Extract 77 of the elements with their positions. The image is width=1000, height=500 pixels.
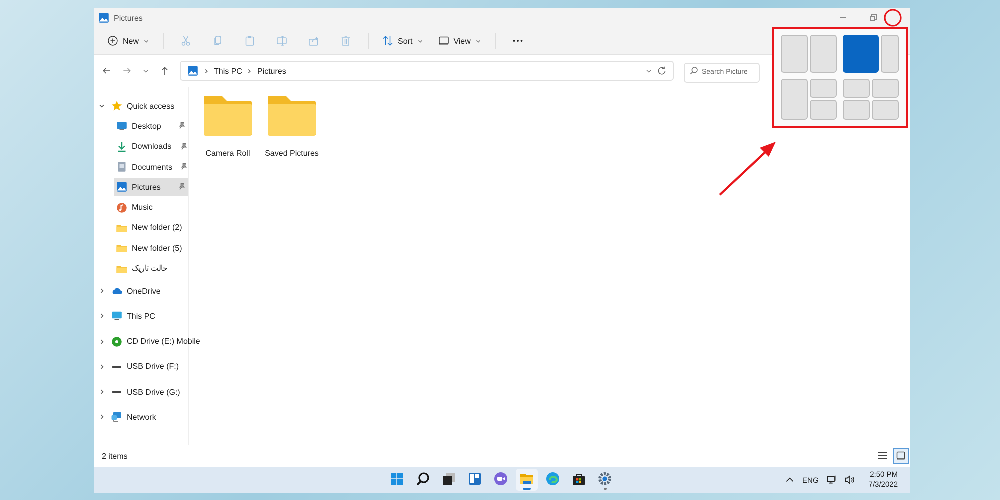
caret-down-icon xyxy=(416,38,424,44)
folder-name: Saved Pictures xyxy=(265,149,319,158)
new-button[interactable]: New xyxy=(102,32,156,50)
forward-arrow-icon[interactable] xyxy=(122,66,132,76)
star-icon xyxy=(111,100,123,112)
running-indicator xyxy=(604,488,606,490)
chevron-right-icon[interactable] xyxy=(98,362,106,371)
browser-swirl-icon xyxy=(545,470,561,486)
back-arrow-icon[interactable] xyxy=(102,66,112,76)
sidebar-item[interactable]: Downloads xyxy=(114,138,190,156)
running-indicator xyxy=(523,488,531,490)
folder-item[interactable]: Camera Roll xyxy=(203,95,253,158)
overlapping-squares-icon xyxy=(441,470,457,486)
windows-logo-icon xyxy=(389,470,405,486)
tile-view-icon[interactable] xyxy=(894,449,908,463)
document-icon xyxy=(116,161,128,174)
breadcrumb-item[interactable]: This PC xyxy=(214,66,242,76)
plus-circle-icon xyxy=(107,35,119,47)
sidebar-item[interactable]: Desktop xyxy=(114,117,188,136)
picture-icon xyxy=(187,65,199,77)
widgets-icon xyxy=(467,470,483,486)
up-arrow-icon[interactable] xyxy=(160,66,170,76)
chevron-down-icon[interactable] xyxy=(645,67,653,75)
chevron-right-icon[interactable] xyxy=(98,287,106,296)
chevron-right-icon[interactable] xyxy=(98,388,106,396)
view-button[interactable]: View xyxy=(432,32,487,50)
sidebar-item[interactable]: USB Drive (F:) xyxy=(109,358,188,376)
sidebar-item[interactable]: CD Drive (E:) Mobile xyxy=(109,332,202,351)
gear-icon xyxy=(597,470,613,486)
folder-name: Camera Roll xyxy=(206,149,250,158)
folder-icon xyxy=(116,242,128,254)
sidebar-item[interactable]: New folder (2) xyxy=(114,218,188,237)
video-bubble-icon xyxy=(493,470,509,486)
sidebar-item[interactable]: USB Drive (G:) xyxy=(109,383,188,402)
download-arrow-icon xyxy=(116,140,128,153)
screen-icon xyxy=(116,120,128,132)
chevron-down-icon[interactable] xyxy=(142,67,150,75)
sidebar-item[interactable]: New folder (5) xyxy=(114,239,188,258)
monitor-icon xyxy=(111,310,123,322)
sidebar-item[interactable]: Quick access xyxy=(109,97,188,116)
network-monitor-icon[interactable] xyxy=(826,475,837,485)
more-options-icon[interactable] xyxy=(512,39,524,43)
chevron-right-icon[interactable] xyxy=(98,312,106,320)
sidebar-item[interactable]: This PC xyxy=(109,307,188,326)
picture-icon xyxy=(116,181,128,194)
chevron-right-icon xyxy=(203,68,210,74)
caret-down-icon xyxy=(143,38,150,44)
view-monitor-icon xyxy=(438,35,450,47)
sort-button[interactable]: Sort xyxy=(377,32,429,50)
search-icon xyxy=(415,470,431,486)
music-note-icon xyxy=(116,202,128,214)
chevron-right-icon[interactable] xyxy=(98,413,106,422)
network-icon xyxy=(111,411,123,424)
search-icon xyxy=(689,66,699,76)
picture-icon xyxy=(98,12,110,24)
sidebar-item[interactable]: OneDrive xyxy=(109,282,188,300)
caret-down-icon xyxy=(474,38,482,44)
folder-icon xyxy=(267,95,317,137)
sidebar-item[interactable]: حالت تاریک xyxy=(114,260,188,278)
speaker-icon[interactable] xyxy=(844,475,855,485)
chevron-right-icon[interactable] xyxy=(98,338,106,346)
chevron-down-icon[interactable] xyxy=(98,102,106,110)
breadcrumb-item[interactable]: Pictures xyxy=(257,66,286,76)
sidebar-item[interactable]: Network xyxy=(109,408,188,426)
sort-arrows-icon xyxy=(382,35,394,47)
sidebar-item[interactable]: Music xyxy=(114,198,188,217)
refresh-icon[interactable] xyxy=(657,66,667,76)
item-count: 2 items xyxy=(102,452,128,460)
address-bar[interactable]: This PC Pictures xyxy=(180,61,674,81)
folder-icon xyxy=(203,95,253,137)
restore-icon[interactable] xyxy=(868,13,878,23)
disc-icon xyxy=(111,336,123,348)
chevron-right-icon xyxy=(246,68,254,74)
folder-item[interactable]: Saved Pictures xyxy=(267,95,317,158)
window-title: Pictures xyxy=(114,14,143,22)
sidebar-item[interactable]: Documents xyxy=(114,158,190,176)
sidebar-item[interactable]: Pictures xyxy=(114,178,188,196)
